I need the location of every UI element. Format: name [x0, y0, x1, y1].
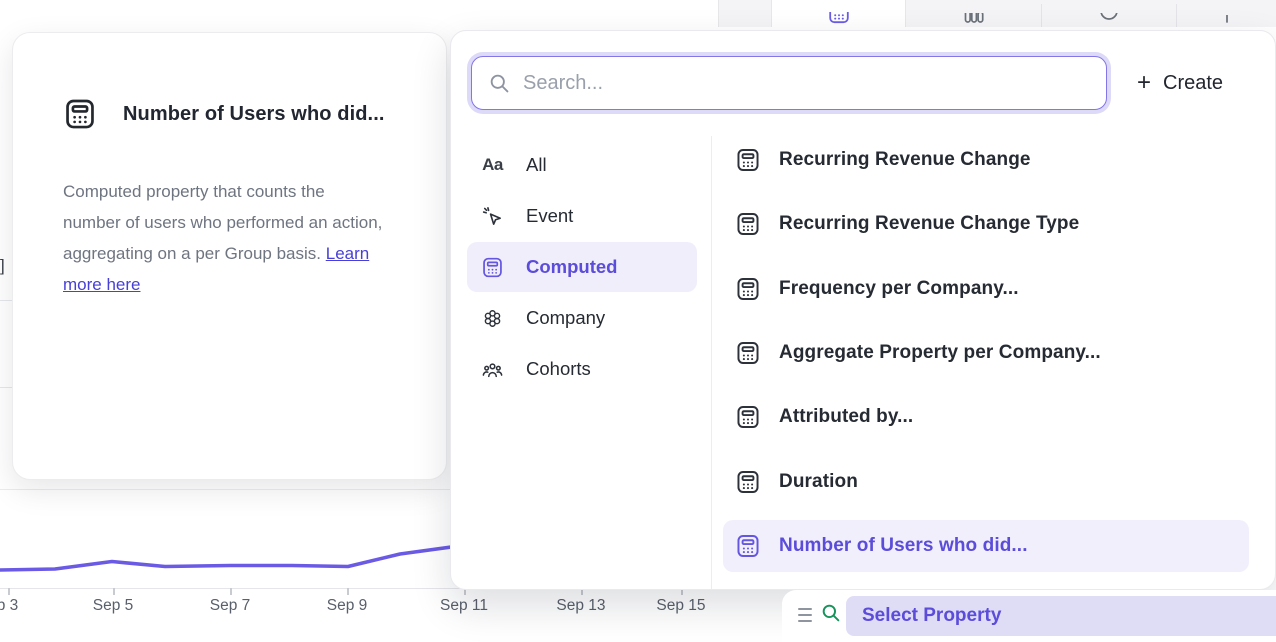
category-label: Company: [526, 307, 605, 329]
text-aa-icon: Aa: [481, 154, 504, 177]
list-item-label: Frequency per Company...: [779, 278, 1019, 300]
chart-card-border: [0, 489, 456, 490]
list-item-duration[interactable]: Duration: [723, 456, 1249, 508]
description-line: Computed property that counts the: [63, 176, 408, 207]
metric-line-chart: [0, 530, 462, 580]
app-screen: ] Sep 3 Sep 5 Sep 7 Sep 9 Sep 11 Sep 13 …: [0, 0, 1276, 642]
calculator-icon: [735, 211, 761, 237]
plus-icon: +: [1137, 71, 1151, 95]
list-item-label: Recurring Revenue Change Type: [779, 213, 1079, 235]
calculator-icon: [735, 147, 761, 173]
axis-label: Sep 15: [646, 597, 716, 615]
search-icon: [488, 72, 511, 95]
axis-label: Sep 5: [78, 597, 148, 615]
tab-retention-view[interactable]: [1041, 0, 1176, 27]
calculator-icon: [735, 340, 761, 366]
view-tab-bar: [718, 0, 1276, 27]
calculator-icon: [827, 12, 851, 25]
list-item-frequency-per-company[interactable]: Frequency per Company...: [723, 263, 1249, 315]
search-input[interactable]: [523, 72, 1090, 95]
axis-label: Sep 3: [0, 597, 33, 615]
axis-tick: [8, 588, 10, 595]
drag-handle-icon[interactable]: [798, 608, 812, 622]
calculator-icon: [735, 276, 761, 302]
list-item-label: Recurring Revenue Change: [779, 149, 1031, 171]
list-item-label: Aggregate Property per Company...: [779, 342, 1101, 364]
calculator-icon: [481, 256, 504, 279]
bar-chart-icon: [962, 13, 986, 25]
description-line: aggregating on a per Group basis.: [63, 244, 326, 263]
select-property-label: Select Property: [862, 605, 1001, 627]
list-item-number-of-users-who-did[interactable]: Number of Users who did...: [723, 520, 1249, 572]
axis-tick: [230, 588, 232, 595]
tab-metric-view[interactable]: [1176, 0, 1276, 27]
category-label: All: [526, 154, 547, 176]
search-icon-green: [820, 602, 842, 624]
category-company[interactable]: Company: [467, 293, 697, 343]
calculator-icon: [735, 469, 761, 495]
category-event[interactable]: Event: [467, 191, 697, 241]
retention-curve-icon: [1097, 13, 1121, 25]
calculator-icon: [735, 533, 761, 559]
axis-label: Sep 9: [312, 597, 382, 615]
select-property-field[interactable]: Select Property: [846, 596, 1276, 636]
category-computed[interactable]: Computed: [467, 242, 697, 292]
tab-computed-view[interactable]: [771, 0, 906, 27]
metric-icon: [1215, 15, 1239, 25]
tooltip-title: Number of Users who did...: [123, 103, 385, 126]
category-label: Computed: [526, 256, 617, 278]
axis-tick: [347, 588, 349, 595]
list-item-attributed-by[interactable]: Attributed by...: [723, 391, 1249, 443]
clipped-background-text: ]: [0, 256, 5, 276]
create-button-label: Create: [1163, 72, 1223, 95]
search-field[interactable]: [471, 56, 1107, 110]
axis-label: Sep 13: [546, 597, 616, 615]
list-item-aggregate-property-per-company[interactable]: Aggregate Property per Company...: [723, 327, 1249, 379]
property-picker-panel: + Create Aa All Event: [450, 30, 1276, 590]
company-flower-icon: [481, 307, 504, 330]
panel-divider: [711, 136, 712, 589]
list-item-label: Duration: [779, 471, 858, 493]
description-line: number of users who performed an action,: [63, 207, 408, 238]
select-property-bar: Select Property: [782, 590, 1276, 642]
create-button[interactable]: + Create: [1137, 67, 1223, 99]
cohorts-people-icon: [481, 358, 504, 381]
calculator-icon: [735, 404, 761, 430]
property-tooltip-card: Number of Users who did... Computed prop…: [12, 32, 447, 480]
axis-tick: [113, 588, 115, 595]
axis-label: Sep 7: [195, 597, 265, 615]
calculator-icon: [63, 97, 97, 131]
event-cursor-icon: [481, 205, 504, 228]
axis-label: Sep 11: [429, 597, 499, 615]
category-cohorts[interactable]: Cohorts: [467, 344, 697, 394]
tooltip-description: Computed property that counts the number…: [63, 176, 408, 300]
list-item-label: Number of Users who did...: [779, 535, 1028, 557]
list-item-recurring-revenue-change[interactable]: Recurring Revenue Change: [723, 134, 1249, 186]
category-label: Event: [526, 205, 573, 227]
category-label: Cohorts: [526, 358, 591, 380]
category-all[interactable]: Aa All: [467, 140, 697, 190]
list-item-label: Attributed by...: [779, 406, 913, 428]
tab-bar-chart-view[interactable]: [906, 0, 1041, 27]
list-item-recurring-revenue-change-type[interactable]: Recurring Revenue Change Type: [723, 198, 1249, 250]
